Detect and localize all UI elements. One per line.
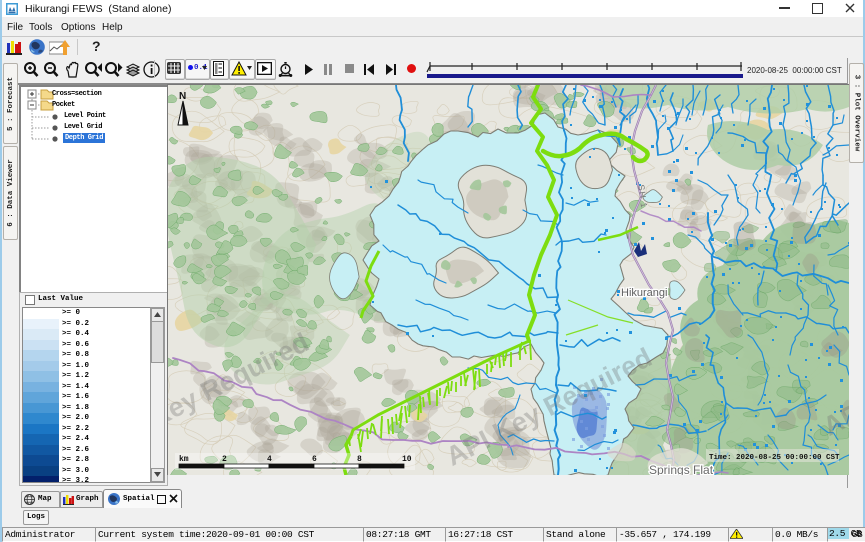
svg-text:8: 8 <box>357 455 362 464</box>
svg-text:N: N <box>179 91 186 102</box>
svg-text:6: 6 <box>312 455 317 464</box>
svg-text:2: 2 <box>222 455 227 464</box>
svg-text:4: 4 <box>267 455 272 464</box>
svg-text:Time: 2020-08-25 00:00:00 CST: Time: 2020-08-25 00:00:00 CST <box>709 454 840 462</box>
svg-text:Springs Flat: Springs Flat <box>649 463 714 475</box>
svg-text:Hikurangi: Hikurangi <box>621 287 667 299</box>
svg-text:10: 10 <box>402 455 412 464</box>
svg-text:km: km <box>179 455 189 464</box>
